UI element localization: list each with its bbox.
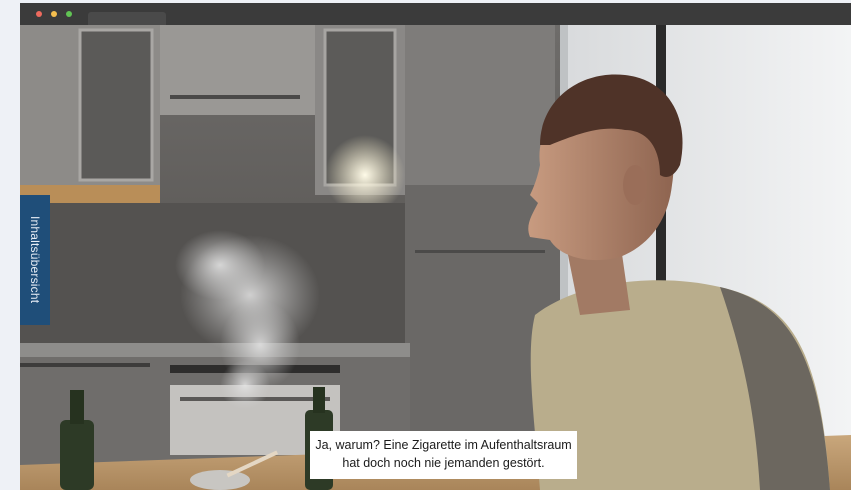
video-window: Inhaltsübersicht Ja, warum? Eine Zigaret… — [20, 3, 851, 490]
close-window-icon[interactable] — [36, 11, 42, 17]
subtitle-line-1: Ja, warum? Eine Zigarette im Aufenthalts… — [315, 438, 572, 452]
window-titlebar — [20, 3, 851, 25]
maximize-window-icon[interactable] — [66, 11, 72, 17]
subtitle-line-2: hat doch noch nie jemanden gestört. — [342, 456, 545, 470]
window-tab[interactable] — [88, 12, 166, 25]
minimize-window-icon[interactable] — [51, 11, 57, 17]
subtitle-box: Ja, warum? Eine Zigarette im Aufenthalts… — [310, 431, 577, 479]
toc-tab-label: Inhaltsübersicht — [28, 216, 42, 304]
toc-tab[interactable]: Inhaltsübersicht — [20, 195, 50, 325]
kitchen-scene-illustration — [20, 25, 851, 490]
video-scene[interactable] — [20, 25, 851, 490]
